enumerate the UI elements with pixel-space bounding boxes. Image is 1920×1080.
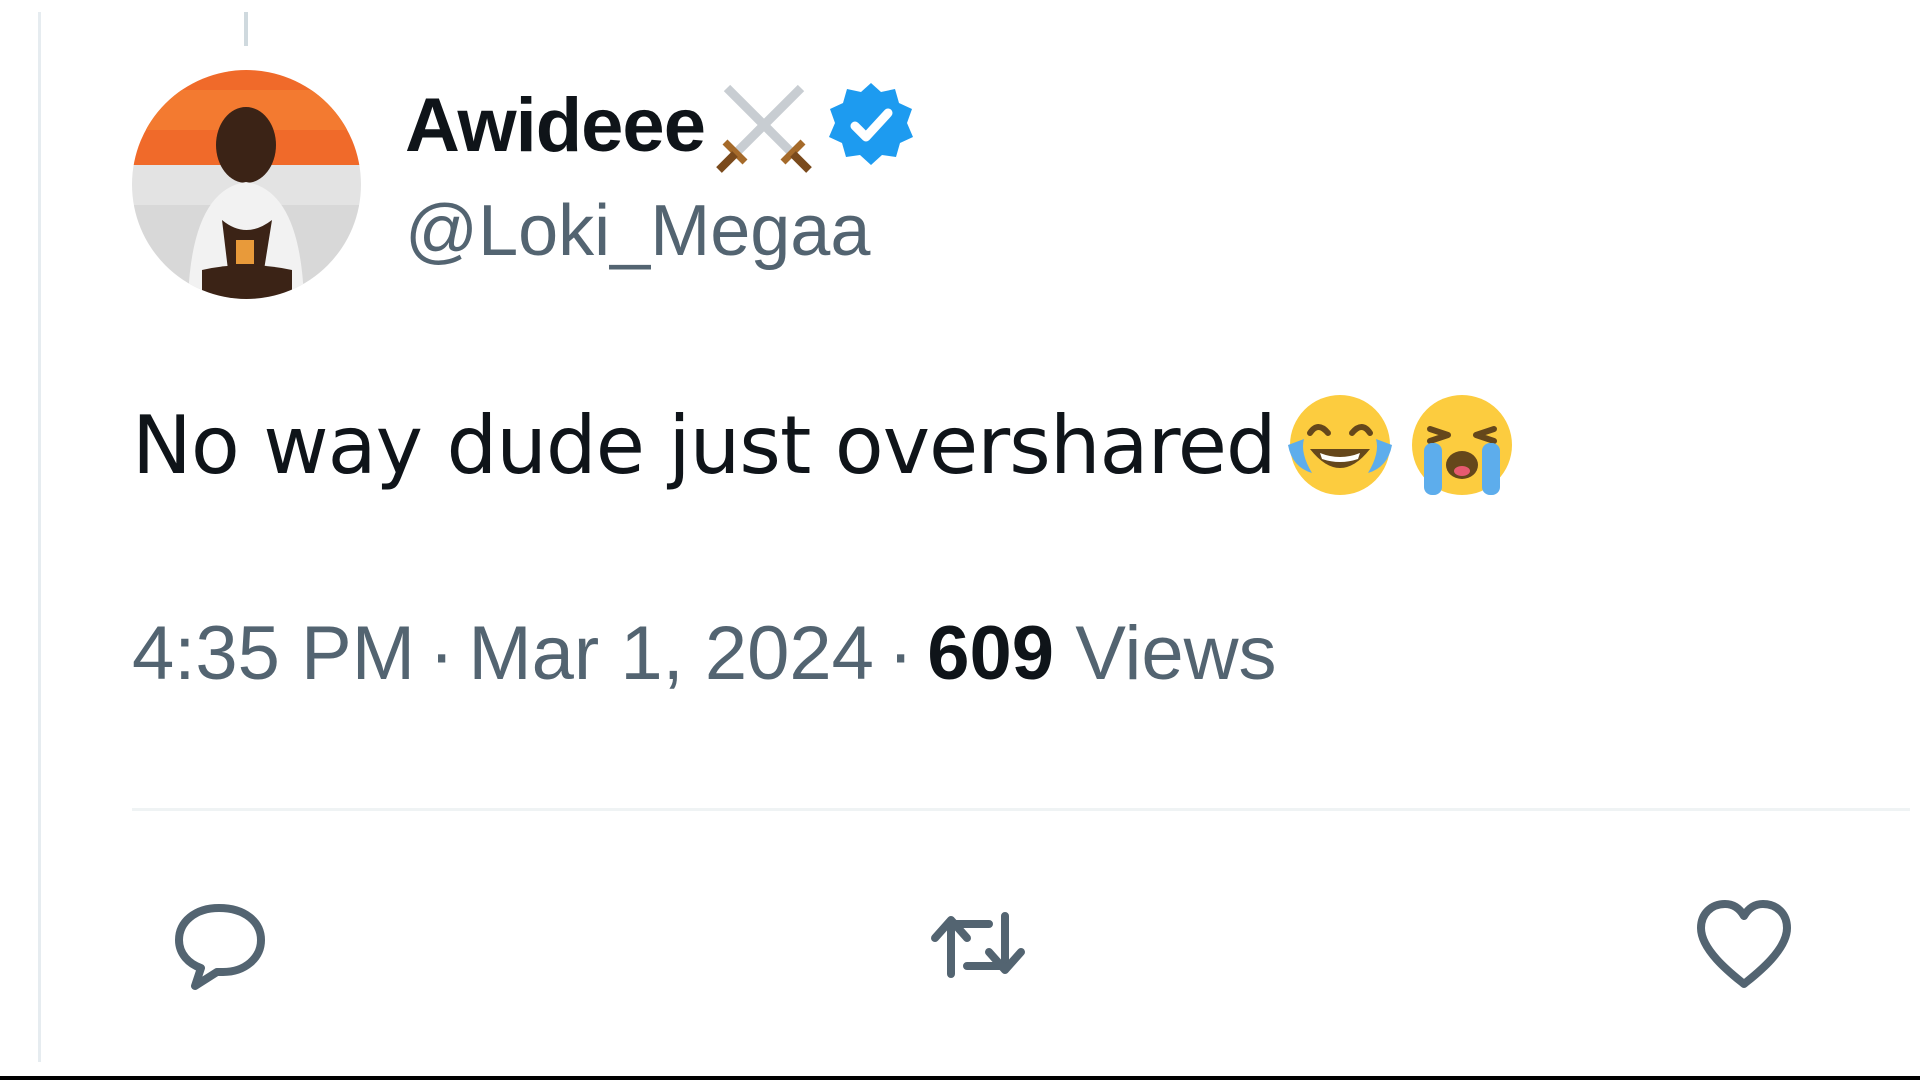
views-label: Views (1075, 611, 1277, 696)
loudly-crying-face-icon (1404, 387, 1520, 503)
meta-separator: · (429, 611, 455, 696)
thread-border (38, 12, 41, 1062)
tweet-text: No way dude just overshared (132, 398, 1277, 492)
reply-icon (175, 904, 265, 990)
retweet-button[interactable] (918, 885, 1038, 1005)
retweet-icon (931, 912, 1025, 978)
views-count: 609 (927, 611, 1055, 696)
thread-connector-line (244, 12, 248, 46)
tweet-body: No way dude just overshared (132, 390, 1520, 500)
heart-icon (1697, 900, 1791, 988)
avatar[interactable] (132, 70, 361, 299)
like-button[interactable] (1684, 885, 1804, 1005)
crossed-swords-icon (709, 70, 819, 180)
tweet-date[interactable]: Mar 1, 2024 (468, 611, 874, 696)
meta-separator: · (887, 611, 914, 696)
author-name-row[interactable]: Awideee (405, 70, 917, 180)
tweet-time[interactable]: 4:35 PM (132, 611, 415, 696)
tweet-metadata: 4:35 PM · Mar 1, 2024 · 609 Views (132, 610, 1277, 697)
author-display-name[interactable]: Awideee (405, 82, 706, 169)
action-bar-divider (132, 808, 1910, 811)
verified-badge-icon[interactable] (825, 79, 917, 171)
face-with-tears-of-joy-icon (1282, 387, 1398, 503)
tweet-screenshot: Awideee @Loki_Megaa No way dude just ove… (0, 0, 1920, 1080)
screenshot-bottom-border (0, 1076, 1920, 1080)
author-handle[interactable]: @Loki_Megaa (405, 190, 870, 272)
reply-button[interactable] (160, 885, 280, 1005)
